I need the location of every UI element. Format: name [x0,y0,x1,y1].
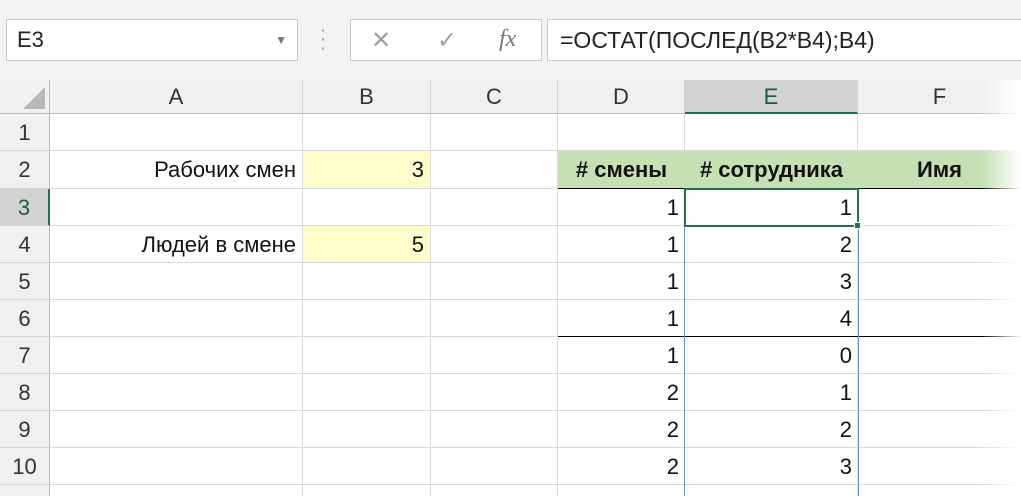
cell-a4[interactable]: Людей в смене [50,226,302,262]
employee-cell[interactable]: 2 [685,411,858,448]
active-cell-selection[interactable] [684,188,859,227]
cell-b4[interactable]: 5 [303,226,430,262]
name-box[interactable]: E3 ▼ [6,19,298,61]
row-header-9[interactable]: 9 [0,411,50,448]
select-all-icon [23,87,45,109]
gridline [50,410,1021,411]
column-header-b[interactable]: B [303,80,431,114]
row-header-2[interactable]: 2 [0,151,50,189]
shift-cell[interactable]: 1 [558,226,685,263]
cell-b2[interactable]: 3 [303,151,430,188]
employee-cell[interactable]: 2 [685,226,858,263]
enter-icon[interactable]: ✓ [437,26,457,55]
row-header-10[interactable]: 10 [0,448,50,485]
column-header-c[interactable]: C [431,80,558,114]
shift-cell[interactable]: 2 [558,448,685,485]
shift-cell[interactable]: 1 [558,300,685,336]
gridline [50,373,1021,374]
drag-handle-icon[interactable]: · · · [318,20,328,58]
row-header-5[interactable]: 5 [0,263,50,300]
gridline [50,484,1021,485]
insert-function-icon[interactable]: fx [499,26,516,53]
formula-input[interactable]: =ОСТАТ(ПОСЛЕД(B2*B4);B4) [547,19,1021,61]
row-header-7[interactable]: 7 [0,337,50,374]
name-box-value: E3 [17,27,44,52]
cell-a2[interactable]: Рабочих смен [50,151,302,188]
employee-cell[interactable]: 0 [685,337,858,374]
gridline [50,262,1021,263]
row-header-3[interactable]: 3 [0,189,50,226]
employee-cell[interactable]: 1 [685,374,858,411]
row-header-4[interactable]: 4 [0,226,50,263]
row-header-8[interactable]: 8 [0,374,50,411]
gridline [50,299,1021,300]
employee-cell[interactable]: 3 [685,263,858,300]
column-header-d[interactable]: D [558,80,685,114]
shift-cell[interactable]: 1 [558,337,685,374]
row-header-6[interactable]: 6 [0,300,50,337]
select-all-button[interactable] [0,80,50,114]
shift-cell[interactable]: 1 [558,263,685,300]
employee-cell[interactable]: 3 [685,448,858,485]
gridline [430,114,431,496]
column-header-e[interactable]: E [685,80,858,114]
cancel-icon[interactable]: ✕ [371,26,391,55]
formula-buttons: ✕ ✓ fx [350,19,542,61]
column-header-a[interactable]: A [50,80,303,114]
gridline [50,447,1021,448]
shift-cell[interactable]: 2 [558,411,685,448]
header-employee[interactable]: # сотрудника [685,151,858,188]
shift-cell[interactable]: 1 [558,189,685,226]
row-header-11[interactable] [0,485,50,496]
edge-fade [981,80,1021,496]
shift-cell[interactable]: 2 [558,374,685,411]
chevron-down-icon[interactable]: ▼ [275,20,287,60]
row-header-1[interactable]: 1 [0,114,50,151]
employee-cell[interactable]: 4 [685,300,858,336]
fill-handle[interactable] [854,222,861,229]
header-shift[interactable]: # смены [558,151,685,188]
